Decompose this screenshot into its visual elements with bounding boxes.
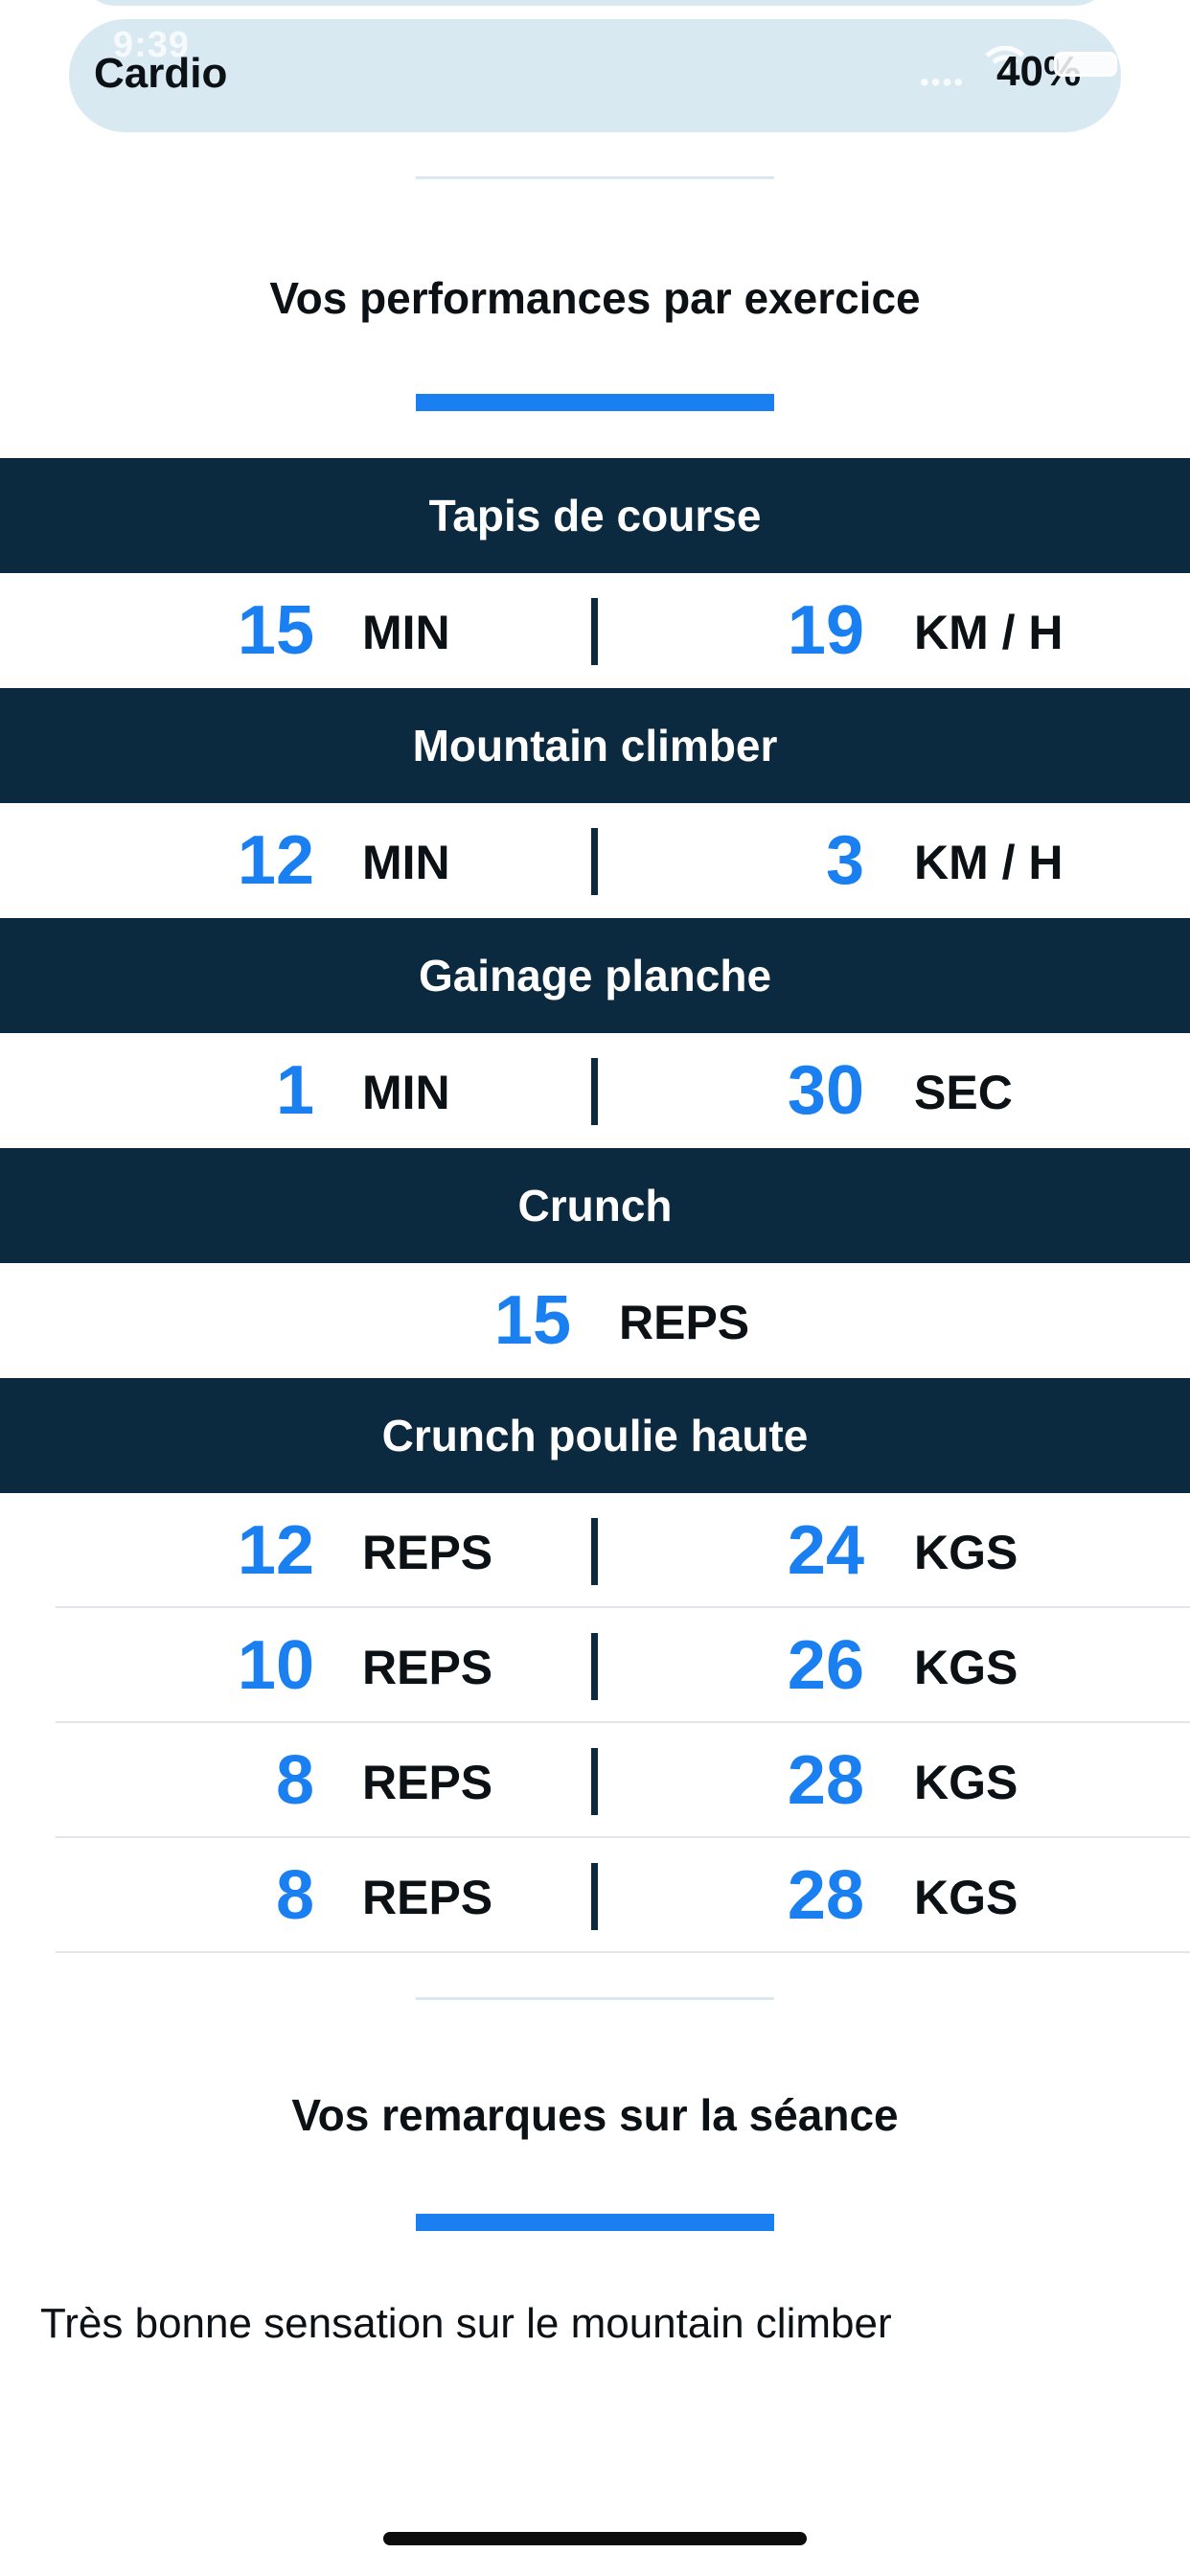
performance-title: Vos performances par exercice	[269, 273, 921, 323]
right-unit: KGS	[914, 1526, 1018, 1579]
value-divider	[591, 1633, 598, 1700]
right-value: 19	[787, 592, 864, 669]
section-divider-accent	[416, 2214, 774, 2231]
right-unit: KGS	[914, 1756, 1018, 1809]
signal-icon: ••••	[920, 67, 966, 97]
exercise-header: Crunch poulie haute	[0, 1378, 1190, 1493]
right-unit: SEC	[914, 1066, 1013, 1119]
exercise-row: 15 MIN 19 KM / H	[0, 573, 1190, 688]
exercise-header: Mountain climber	[0, 688, 1190, 803]
header-pill-top-edge	[80, 0, 1110, 6]
exercise-header: Gainage planche	[0, 918, 1190, 1033]
left-unit: REPS	[362, 1526, 493, 1579]
remarks-text: Très bonne sensation sur le mountain cli…	[40, 2300, 892, 2347]
right-value: 28	[787, 1742, 864, 1819]
left-unit: MIN	[362, 606, 450, 659]
exercise-row: 1 MIN 30 SEC	[0, 1033, 1190, 1148]
right-value: 28	[787, 1857, 864, 1934]
right-value: 26	[787, 1627, 864, 1704]
left-value: 12	[237, 822, 314, 899]
right-unit: KM / H	[914, 606, 1064, 659]
reps-value: 15	[493, 1282, 571, 1359]
exercise-row: 8 REPS 28 KGS	[0, 1723, 1190, 1838]
right-unit: KM / H	[914, 836, 1064, 889]
exercise-row: 12 REPS 24 KGS	[0, 1493, 1190, 1608]
left-unit: REPS	[362, 1756, 493, 1809]
exercise-header: Crunch	[0, 1148, 1190, 1263]
section-divider-thin	[416, 1997, 774, 2000]
right-unit: KGS	[914, 1871, 1018, 1924]
section-divider-thin	[416, 176, 774, 179]
left-unit: MIN	[362, 1066, 450, 1119]
exercise-row: 10 REPS 26 KGS	[0, 1608, 1190, 1723]
left-value: 10	[237, 1627, 314, 1704]
left-value: 1	[275, 1052, 314, 1129]
section-divider-accent	[416, 394, 774, 411]
exercise-header: Tapis de course	[0, 458, 1190, 573]
value-divider	[591, 1518, 598, 1585]
right-value: 24	[787, 1512, 864, 1589]
left-value: 8	[275, 1742, 314, 1819]
home-indicator[interactable]	[383, 2532, 807, 2545]
right-unit: KGS	[914, 1641, 1018, 1694]
value-divider	[591, 1863, 598, 1930]
reps-unit: REPS	[619, 1296, 750, 1349]
battery-icon	[1054, 52, 1117, 77]
header-title: Cardio	[94, 50, 228, 97]
left-value: 12	[237, 1512, 314, 1589]
left-unit: REPS	[362, 1641, 493, 1694]
left-unit: REPS	[362, 1871, 493, 1924]
left-unit: MIN	[362, 836, 450, 889]
exercise-row: 8 REPS 28 KGS	[0, 1838, 1190, 1953]
left-value: 8	[275, 1857, 314, 1934]
value-divider	[591, 1058, 598, 1125]
exercise-row: 15 REPS	[0, 1263, 1190, 1378]
value-divider	[591, 828, 598, 895]
value-divider	[591, 1748, 598, 1815]
value-divider	[591, 598, 598, 665]
right-value: 30	[787, 1052, 864, 1129]
row-separator	[56, 1951, 1190, 1953]
remarks-title: Vos remarques sur la séance	[291, 2090, 899, 2140]
exercise-row: 12 MIN 3 KM / H	[0, 803, 1190, 918]
right-value: 3	[825, 822, 864, 899]
left-value: 15	[237, 592, 314, 669]
